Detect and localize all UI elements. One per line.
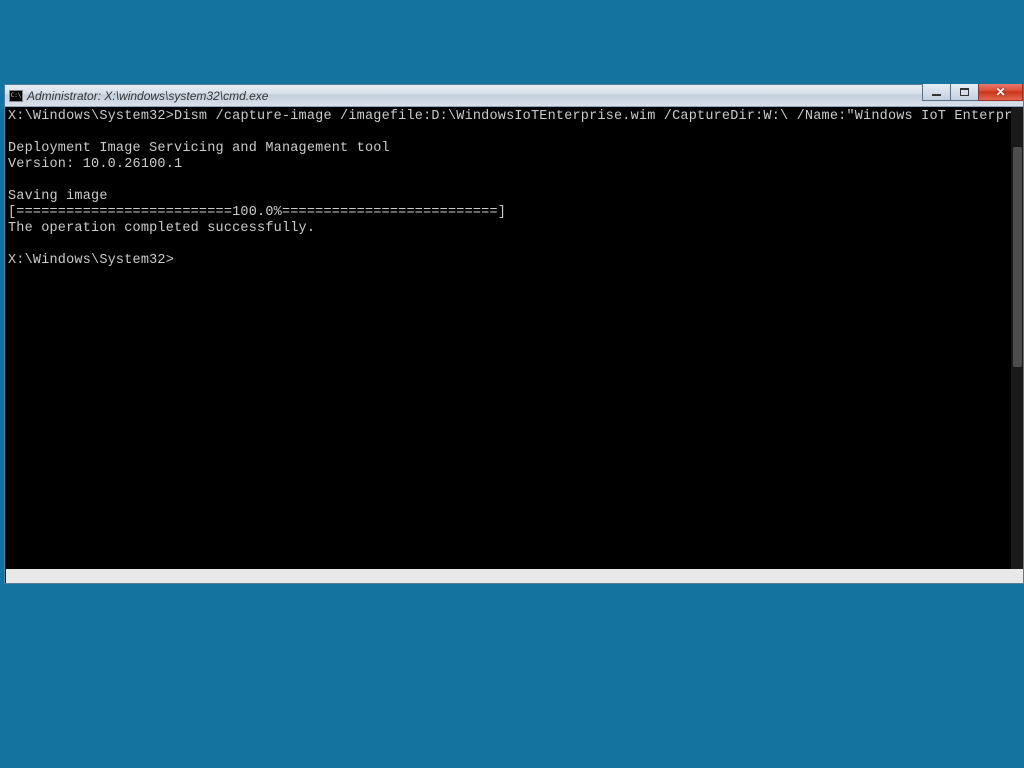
output-line: The operation completed successfully. [8,221,315,236]
horizontal-scrollbar[interactable] [6,569,1011,583]
output-line: Saving image [8,189,108,204]
cmd-icon: C:\ [9,90,23,102]
vertical-scrollbar[interactable] [1011,107,1023,569]
output-line: Deployment Image Servicing and Managemen… [8,141,390,156]
progress-line: [==========================100.0%=======… [8,205,506,220]
scroll-corner [1011,569,1023,583]
minimize-icon [932,94,941,96]
prompt: X:\Windows\System32> [8,253,174,268]
minimize-button[interactable] [922,84,951,101]
maximize-icon [960,88,969,96]
titlebar[interactable]: C:\ Administrator: X:\windows\system32\c… [5,85,1023,107]
prompt: X:\Windows\System32> [8,109,174,124]
output-line: Version: 10.0.26100.1 [8,157,182,172]
maximize-button[interactable] [950,84,979,101]
terminal-output[interactable]: X:\Windows\System32>Dism /capture-image … [6,107,1011,569]
cmd-window: C:\ Administrator: X:\windows\system32\c… [4,84,1024,584]
window-controls: ✕ [923,84,1023,101]
close-button[interactable]: ✕ [978,84,1023,101]
close-icon: ✕ [995,85,1005,99]
window-title: Administrator: X:\windows\system32\cmd.e… [27,89,268,103]
scroll-thumb[interactable] [1013,147,1022,367]
command-text: Dism /capture-image /imagefile:D:\Window… [174,109,1011,124]
